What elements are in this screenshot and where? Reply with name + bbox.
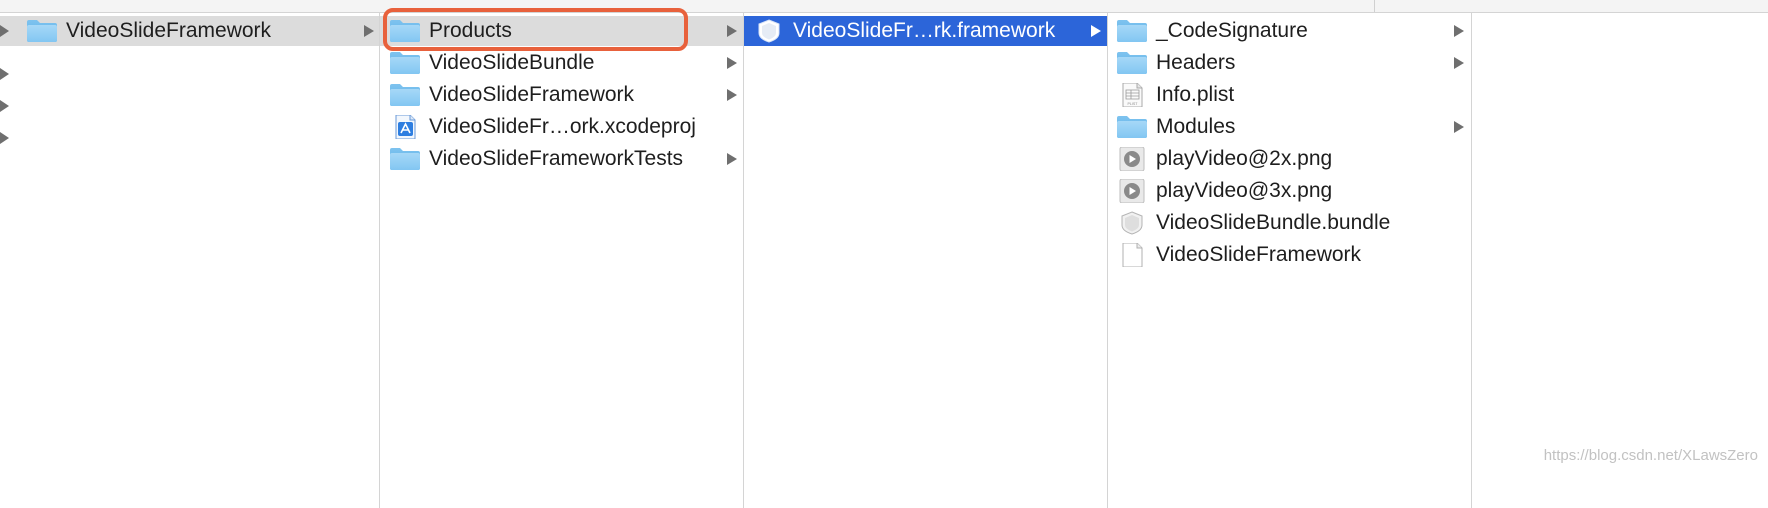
plist-file-icon: PLIST (1122, 83, 1143, 107)
list-item-xcodeproj[interactable]: VideoSlideFr…ork.xcodeproj (380, 112, 743, 142)
xcodeproj-icon (395, 115, 416, 139)
expand-arrow-icon (1454, 121, 1464, 133)
list-item-videoslideframework-root[interactable]: VideoSlideFramework (0, 16, 379, 46)
bundle-icon (1121, 211, 1143, 235)
list-item-label: VideoSlideFr…rk.framework (793, 19, 1056, 42)
folder-icon (1117, 20, 1147, 42)
expand-arrow-icon (727, 89, 737, 101)
toolbar-segment (1374, 0, 1768, 12)
list-item-label: VideoSlideBundle (429, 51, 595, 74)
expand-arrow-icon (0, 132, 9, 144)
png-image-icon (1119, 147, 1145, 171)
folder-icon (27, 20, 57, 42)
expand-arrow-icon (1091, 25, 1101, 37)
list-item-label: VideoSlideFramework (66, 19, 272, 42)
expand-arrow-icon (1454, 25, 1464, 37)
folder-icon (390, 84, 420, 106)
expand-arrow-icon (0, 100, 9, 112)
column-1[interactable]: VideoSlideFramework (0, 12, 380, 508)
expand-arrow-icon (0, 25, 9, 37)
list-item-label: Headers (1156, 51, 1236, 74)
watermark: https://blog.csdn.net/XLawsZero (1543, 447, 1758, 464)
list-item-framework[interactable]: VideoSlideFr…rk.framework (744, 16, 1107, 46)
expand-arrow-icon (364, 25, 374, 37)
framework-icon (758, 19, 780, 43)
list-item-codesignature[interactable]: _CodeSignature (1108, 16, 1471, 46)
folder-icon (1117, 116, 1147, 138)
expand-arrow-icon (0, 68, 9, 80)
annotation-highlight-box (383, 8, 688, 51)
column-3[interactable]: VideoSlideFr…rk.framework (744, 12, 1108, 508)
svg-text:PLIST: PLIST (1128, 102, 1139, 106)
list-item-label: VideoSlideFramework (1156, 243, 1362, 266)
list-item-bundle[interactable]: VideoSlideBundle.bundle (1108, 208, 1471, 238)
expand-arrow-icon (1454, 57, 1464, 69)
expand-arrow-icon (727, 25, 737, 37)
document-icon (1122, 243, 1143, 267)
list-item-videoslideframework[interactable]: VideoSlideFramework (380, 80, 743, 110)
list-item-label: VideoSlideBundle.bundle (1156, 211, 1391, 234)
list-item-label: VideoSlideFramework (429, 83, 635, 106)
list-item-label: VideoSlideFr…ork.xcodeproj (429, 115, 696, 138)
list-item-label: VideoSlideFrameworkTests (429, 147, 684, 170)
list-item-label: Modules (1156, 115, 1236, 138)
list-item-label: Info.plist (1156, 83, 1235, 106)
list-item-playvideo-2x[interactable]: playVideo@2x.png (1108, 144, 1471, 174)
list-item-videoslideframeworktests[interactable]: VideoSlideFrameworkTests (380, 144, 743, 174)
list-item-videoslideframework-binary[interactable]: VideoSlideFramework (1108, 240, 1471, 270)
list-item-playvideo-3x[interactable]: playVideo@3x.png (1108, 176, 1471, 206)
folder-icon (390, 52, 420, 74)
expand-arrow-icon (727, 153, 737, 165)
folder-icon (1117, 52, 1147, 74)
folder-icon (390, 148, 420, 170)
column-4[interactable]: _CodeSignature Headers PLIST Info.plist … (1108, 12, 1472, 508)
list-item-videoslidebundle[interactable]: VideoSlideBundle (380, 48, 743, 78)
list-item-modules[interactable]: Modules (1108, 112, 1471, 142)
png-image-icon (1119, 179, 1145, 203)
expand-arrow-icon (727, 57, 737, 69)
column-2[interactable]: Products VideoSlideBundle VideoSlideFram… (380, 12, 744, 508)
list-item-headers[interactable]: Headers (1108, 48, 1471, 78)
list-item-label: playVideo@3x.png (1156, 179, 1333, 202)
list-item-label: _CodeSignature (1156, 19, 1308, 42)
list-item-label: playVideo@2x.png (1156, 147, 1333, 170)
list-item-info-plist[interactable]: PLIST Info.plist (1108, 80, 1471, 110)
